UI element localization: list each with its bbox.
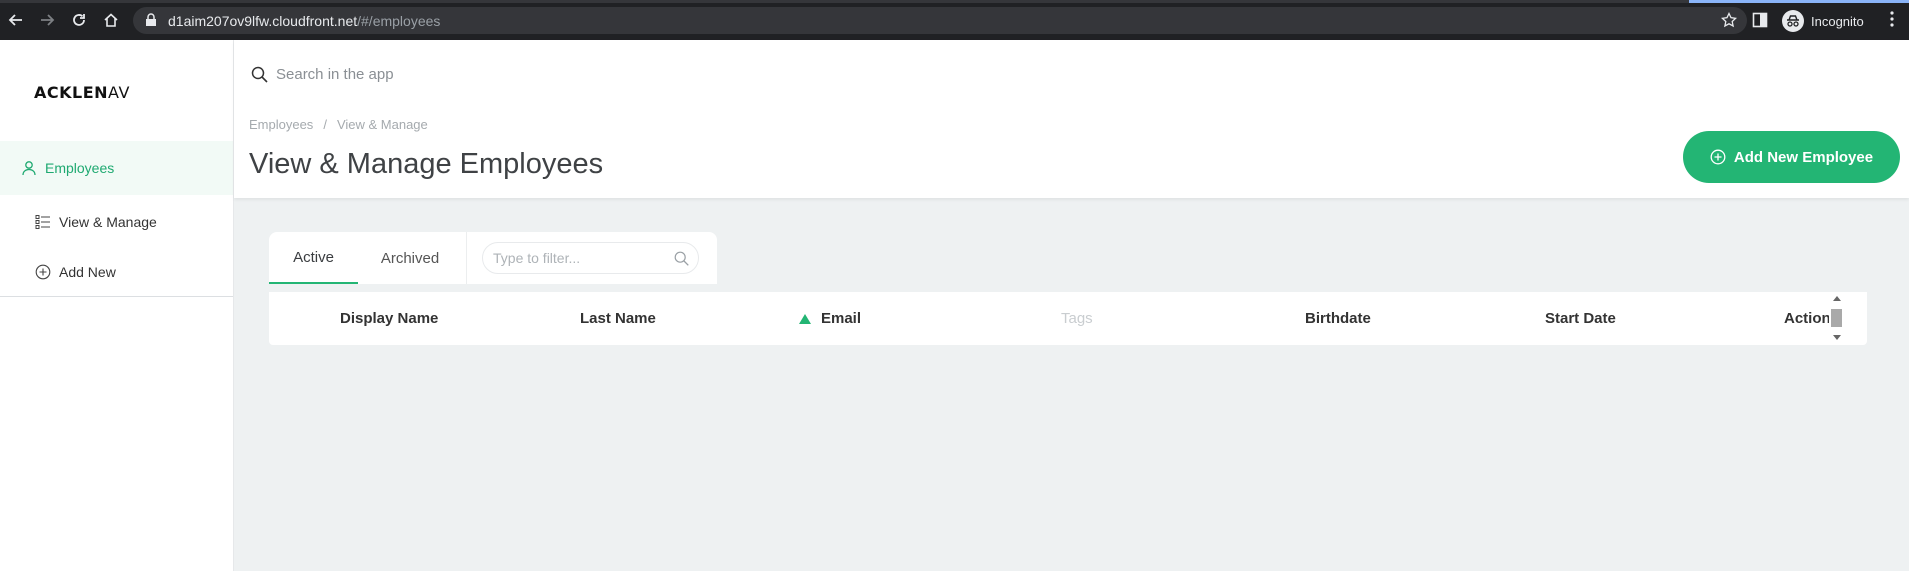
- side-panel-icon[interactable]: [1752, 12, 1768, 28]
- filter-box: [482, 242, 699, 274]
- column-header-start-date[interactable]: Start Date: [1545, 292, 1616, 345]
- sidebar-item-label: View & Manage: [59, 214, 157, 230]
- column-header-action: Action: [1784, 292, 1831, 345]
- app-search: [244, 53, 1524, 95]
- column-header-last-name[interactable]: Last Name: [580, 292, 656, 345]
- main-content: Employees / View & Manage View & Manage …: [234, 40, 1909, 571]
- plus-circle-icon: [1710, 149, 1726, 165]
- scroll-up-arrow-icon[interactable]: [1833, 296, 1841, 301]
- reload-button[interactable]: [67, 8, 91, 32]
- tabs-panel: Active Archived: [269, 232, 717, 284]
- arrow-right-icon: [41, 14, 55, 26]
- reload-icon: [73, 14, 85, 26]
- page-header: Employees / View & Manage View & Manage …: [234, 40, 1909, 198]
- breadcrumb-employees[interactable]: Employees: [249, 117, 313, 132]
- bookmark-star-icon[interactable]: [1721, 12, 1737, 28]
- search-icon[interactable]: [674, 251, 689, 266]
- active-tab-indicator: [1689, 0, 1909, 3]
- incognito-indicator[interactable]: Incognito: [1782, 9, 1864, 33]
- back-button[interactable]: [4, 8, 28, 32]
- tab-label: Active: [293, 248, 334, 266]
- tab-label: Archived: [380, 249, 440, 267]
- logo-light: AV: [108, 83, 130, 102]
- arrow-left-icon: [8, 14, 22, 26]
- column-header-label: Start Date: [1545, 310, 1616, 327]
- add-new-employee-button[interactable]: Add New Employee: [1683, 131, 1900, 183]
- home-button[interactable]: [99, 8, 123, 32]
- user-icon: [21, 160, 37, 176]
- forward-button[interactable]: [35, 8, 59, 32]
- sidebar-item-view-manage[interactable]: View & Manage: [0, 195, 233, 249]
- plus-circle-icon: [35, 264, 51, 280]
- column-header-tags: Tags: [1061, 292, 1093, 345]
- add-new-employee-label: Add New Employee: [1733, 148, 1874, 166]
- breadcrumb-view-manage: View & Manage: [336, 117, 428, 132]
- home-icon: [104, 13, 118, 27]
- table-scrollbar[interactable]: [1829, 292, 1844, 345]
- column-header-label: Display Name: [340, 310, 439, 327]
- tab-active[interactable]: Active: [269, 232, 358, 284]
- list-icon: [35, 214, 51, 230]
- scroll-down-arrow-icon[interactable]: [1833, 335, 1841, 340]
- filter-input[interactable]: [493, 250, 663, 266]
- column-header-display-name[interactable]: Display Name: [340, 292, 438, 345]
- url-host: d1aim207ov9lfw.cloudfront.net: [168, 13, 358, 29]
- address-bar[interactable]: d1aim207ov9lfw.cloudfront.net/#/employee…: [133, 7, 1747, 34]
- scroll-thumb[interactable]: [1831, 309, 1842, 327]
- tab-divider: [466, 232, 467, 284]
- incognito-label: Incognito: [1811, 13, 1864, 29]
- column-header-label: Email: [821, 310, 862, 327]
- lock-icon: [146, 13, 156, 26]
- sort-ascending-icon: [799, 313, 811, 324]
- breadcrumb-separator: /: [323, 117, 327, 132]
- tab-archived[interactable]: Archived: [367, 232, 453, 284]
- sidebar: ACKLENAV Employees View & Manage Add New: [0, 40, 234, 571]
- tab-strip: [0, 0, 1909, 3]
- sidebar-item-employees[interactable]: Employees: [0, 141, 233, 195]
- url-path: /#/employees: [357, 13, 441, 29]
- incognito-icon: [1782, 10, 1804, 32]
- column-header-email[interactable]: Email: [799, 292, 861, 345]
- column-header-birthdate[interactable]: Birthdate: [1305, 292, 1371, 345]
- browser-menu-icon[interactable]: [1890, 11, 1894, 27]
- sidebar-item-label: Employees: [45, 160, 115, 176]
- sidebar-divider: [0, 296, 233, 297]
- employees-table: Display Name Last Name Email Tags Birthd…: [269, 292, 1867, 345]
- column-header-label: Action: [1784, 310, 1831, 327]
- app-logo[interactable]: ACKLENAV: [34, 83, 134, 102]
- breadcrumb: Employees / View & Manage: [249, 117, 428, 132]
- column-header-label: Birthdate: [1305, 310, 1371, 327]
- search-input[interactable]: [276, 65, 876, 83]
- browser-toolbar: d1aim207ov9lfw.cloudfront.net/#/employee…: [0, 0, 1909, 40]
- column-header-label: Last Name: [580, 310, 656, 327]
- url-text: d1aim207ov9lfw.cloudfront.net/#/employee…: [168, 13, 440, 29]
- page-title: View & Manage Employees: [249, 148, 604, 180]
- sidebar-item-label: Add New: [59, 264, 116, 280]
- column-header-label: Tags: [1061, 310, 1093, 327]
- logo-bold: ACKLEN: [34, 83, 109, 102]
- search-icon: [251, 66, 268, 83]
- sidebar-item-add-new[interactable]: Add New: [0, 245, 233, 299]
